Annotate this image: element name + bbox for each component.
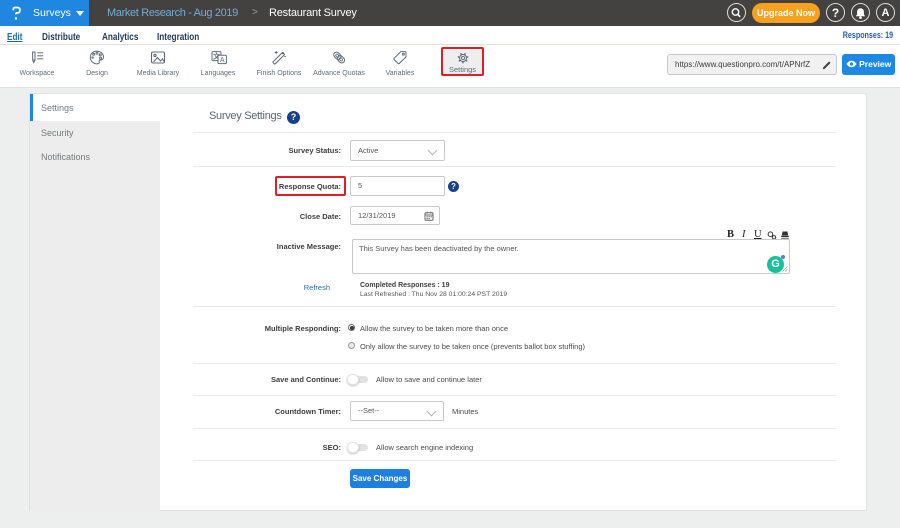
- svg-text:A: A: [220, 57, 225, 64]
